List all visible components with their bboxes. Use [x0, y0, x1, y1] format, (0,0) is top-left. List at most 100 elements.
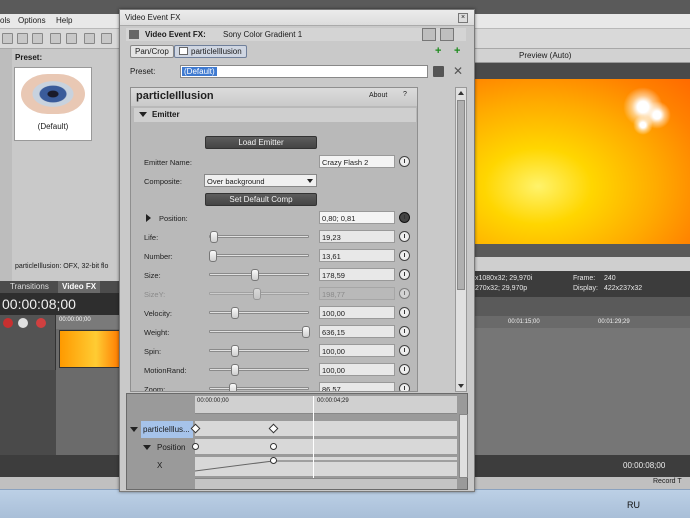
clock-icon[interactable]	[399, 326, 410, 337]
slider-thumb[interactable]	[231, 345, 240, 357]
chain-particleillusion-button[interactable]: particleIllusion	[174, 45, 247, 58]
clock-icon[interactable]	[399, 383, 410, 391]
toolbar-icon[interactable]	[17, 33, 28, 44]
clock-icon[interactable]	[399, 307, 410, 318]
slider-thumb[interactable]	[208, 250, 217, 262]
composite-select[interactable]: Over background	[204, 174, 317, 187]
timeline-area-right[interactable]	[473, 328, 690, 455]
keyframe-diamond[interactable]	[268, 423, 279, 434]
toolbar-icon[interactable]	[50, 33, 61, 44]
toolbar-icon[interactable]	[2, 33, 13, 44]
param-slider[interactable]	[208, 250, 309, 262]
clock-icon[interactable]	[399, 345, 410, 356]
param-value-field[interactable]: 636,15	[319, 325, 395, 338]
clock-icon[interactable]	[399, 212, 410, 223]
tab-video-fx[interactable]: Video FX	[58, 281, 101, 293]
keyframe-vscroll[interactable]	[459, 414, 468, 478]
menu-options[interactable]: Options	[18, 16, 46, 25]
param-value-field[interactable]: 100,00	[319, 306, 395, 319]
preset-thumbnail[interactable]: (Default)	[14, 67, 92, 141]
plugin-chain-icon[interactable]: +	[454, 46, 465, 57]
collapse-icon[interactable]	[130, 427, 138, 432]
toolbar-icon[interactable]	[66, 33, 77, 44]
add-plugin-icon[interactable]: +	[435, 46, 446, 57]
keyframe-ruler[interactable]: 00:00:00;00 00:00:04;29	[195, 396, 457, 414]
split-view-button[interactable]	[440, 28, 454, 41]
clock-icon[interactable]	[399, 269, 410, 280]
keyframe-point[interactable]	[270, 443, 277, 450]
param-value-field[interactable]: 19,23	[319, 230, 395, 243]
preset-dropdown[interactable]: (Default)	[180, 65, 428, 78]
param-slider[interactable]	[209, 383, 309, 391]
keyframe-point[interactable]	[270, 457, 277, 464]
help-button[interactable]: ?	[403, 91, 407, 98]
keyframe-track-label[interactable]: particleIllus...	[141, 421, 193, 438]
language-indicator[interactable]: RU	[627, 500, 640, 510]
tab-transitions[interactable]: Transitions	[10, 282, 49, 291]
menu-help[interactable]: Help	[56, 16, 72, 25]
slider-thumb[interactable]	[251, 269, 260, 281]
dialog-titlebar[interactable]: Video Event FX ×	[120, 10, 474, 26]
set-default-comp-button[interactable]: Set Default Comp	[205, 193, 317, 206]
scrollbar-thumb[interactable]	[457, 100, 465, 290]
video-clip[interactable]	[59, 330, 121, 368]
preview-mode-select[interactable]: Preview (Auto)	[519, 51, 571, 60]
track-mute-icon[interactable]	[36, 318, 46, 328]
slider-thumb[interactable]	[209, 231, 218, 243]
clock-icon[interactable]	[399, 364, 410, 375]
emitter-name-field[interactable]: Crazy Flash 2	[319, 155, 395, 168]
timeline-ruler-right[interactable]: 00:01:15;00 00:01:29;29	[473, 316, 690, 328]
save-preset-icon[interactable]	[433, 66, 444, 77]
collapse-icon[interactable]	[143, 445, 151, 450]
about-button[interactable]: About	[369, 92, 387, 99]
clock-icon[interactable]	[399, 250, 410, 261]
slider-thumb[interactable]	[231, 364, 240, 376]
chain-pan-crop-button[interactable]: Pan/Crop	[130, 45, 174, 58]
scroll-down-icon[interactable]	[458, 384, 464, 388]
timeline-ruler[interactable]: 00:00:00;00	[56, 315, 120, 329]
param-slider[interactable]	[209, 326, 311, 338]
toolbar-icon[interactable]	[84, 33, 95, 44]
collapse-icon[interactable]	[139, 112, 147, 117]
param-value-field[interactable]: 13,61	[319, 249, 395, 262]
keyframe-lane[interactable]	[190, 421, 457, 437]
checkbox-icon[interactable]	[179, 47, 188, 55]
ruler-tick-label: 00:01:29;29	[598, 319, 630, 325]
param-value-field[interactable]: 100,00	[319, 363, 395, 376]
param-value-field[interactable]: 178,59	[319, 268, 395, 281]
emitter-section-header[interactable]: Emitter	[134, 108, 416, 122]
param-slider[interactable]	[209, 364, 309, 376]
slider-thumb[interactable]	[302, 326, 311, 338]
keyframe-hscroll[interactable]	[195, 478, 457, 489]
load-emitter-button[interactable]: Load Emitter	[205, 136, 317, 149]
clock-icon[interactable]	[399, 231, 410, 242]
track-fx-icon[interactable]	[3, 318, 13, 328]
slider-thumb[interactable]	[231, 307, 240, 319]
param-slider[interactable]	[209, 269, 309, 281]
keyframe-track-label[interactable]: Position	[157, 439, 185, 456]
plugin-scrollbar[interactable]	[455, 87, 467, 392]
toolbar-icon[interactable]	[101, 33, 112, 44]
scroll-up-icon[interactable]	[458, 91, 464, 95]
param-value-field[interactable]: 100,00	[319, 344, 395, 357]
param-slider[interactable]	[209, 307, 309, 319]
delete-preset-icon[interactable]: ✕	[453, 64, 463, 78]
keyframe-lane[interactable]	[195, 457, 457, 477]
toolbar-icon[interactable]	[32, 33, 43, 44]
keyframe-point[interactable]	[192, 443, 199, 450]
param-slider[interactable]	[209, 345, 309, 357]
close-icon[interactable]: ×	[458, 13, 468, 23]
bypass-toggle-button[interactable]	[422, 28, 436, 41]
slider-thumb	[253, 288, 262, 300]
position-field[interactable]: 0,80; 0,81	[319, 211, 395, 224]
track-composite-icon[interactable]	[18, 318, 28, 328]
keyframe-playhead[interactable]	[313, 396, 314, 478]
keyframe-track-label[interactable]: X	[157, 457, 162, 474]
param-slider[interactable]	[209, 231, 309, 243]
expand-icon[interactable]	[146, 214, 151, 222]
slider-thumb[interactable]	[228, 383, 237, 391]
keyframe-lane[interactable]	[192, 439, 457, 455]
clock-icon[interactable]	[399, 156, 410, 167]
param-value-field[interactable]: 86,57	[319, 382, 395, 391]
menu-tools[interactable]: ols	[0, 16, 10, 25]
